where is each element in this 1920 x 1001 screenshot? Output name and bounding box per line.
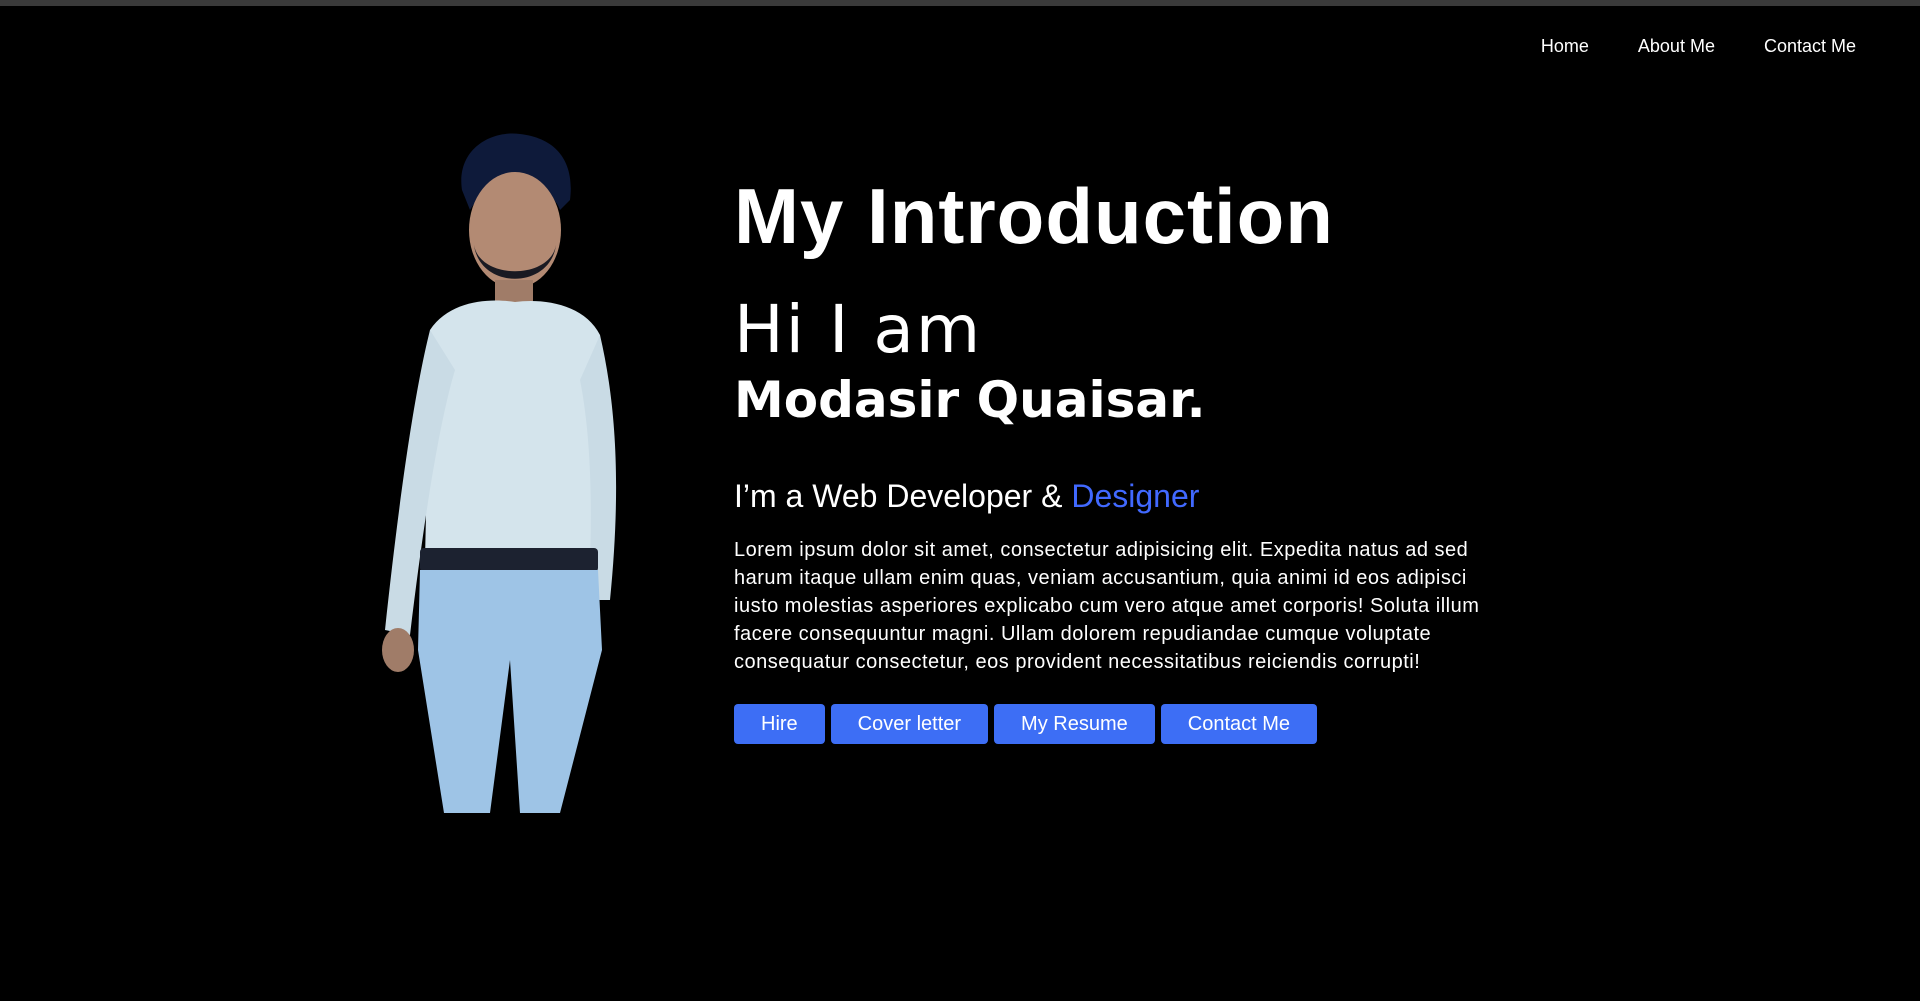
contact-me-button[interactable]: Contact Me	[1160, 704, 1318, 744]
role-accent: Designer	[1071, 478, 1200, 514]
pants-shape	[418, 570, 602, 813]
nav-contact-link[interactable]: Contact Me	[1764, 36, 1856, 57]
profile-photo	[382, 133, 617, 813]
nav-about-link[interactable]: About Me	[1638, 36, 1715, 57]
role-prefix: I’m a Web Developer &	[734, 478, 1072, 514]
shirt-shape	[425, 300, 605, 560]
main-nav: Home About Me Contact Me	[1492, 36, 1856, 57]
belt-shape	[420, 548, 598, 572]
greeting-text: Hi I am	[734, 291, 983, 368]
action-buttons: Hire Cover letter My Resume Contact Me	[734, 704, 1514, 744]
intro-description: Lorem ipsum dolor sit amet, consectetur …	[734, 539, 1480, 673]
person-name: Modasir Quaisar.	[734, 371, 1206, 429]
browser-top-border	[0, 0, 1920, 6]
page-title: My Introduction	[734, 172, 1334, 260]
cover-letter-button[interactable]: Cover letter	[830, 704, 989, 744]
face-shape	[469, 172, 561, 288]
resume-button[interactable]: My Resume	[994, 704, 1155, 744]
role-line: I’m a Web Developer & Designer	[734, 476, 1514, 516]
hire-button[interactable]: Hire	[734, 704, 825, 744]
hand-shape	[382, 628, 414, 672]
nav-home-link[interactable]: Home	[1541, 36, 1589, 57]
intro-section: My Introduction Hi I am Modasir Quaisar.…	[734, 170, 1514, 744]
